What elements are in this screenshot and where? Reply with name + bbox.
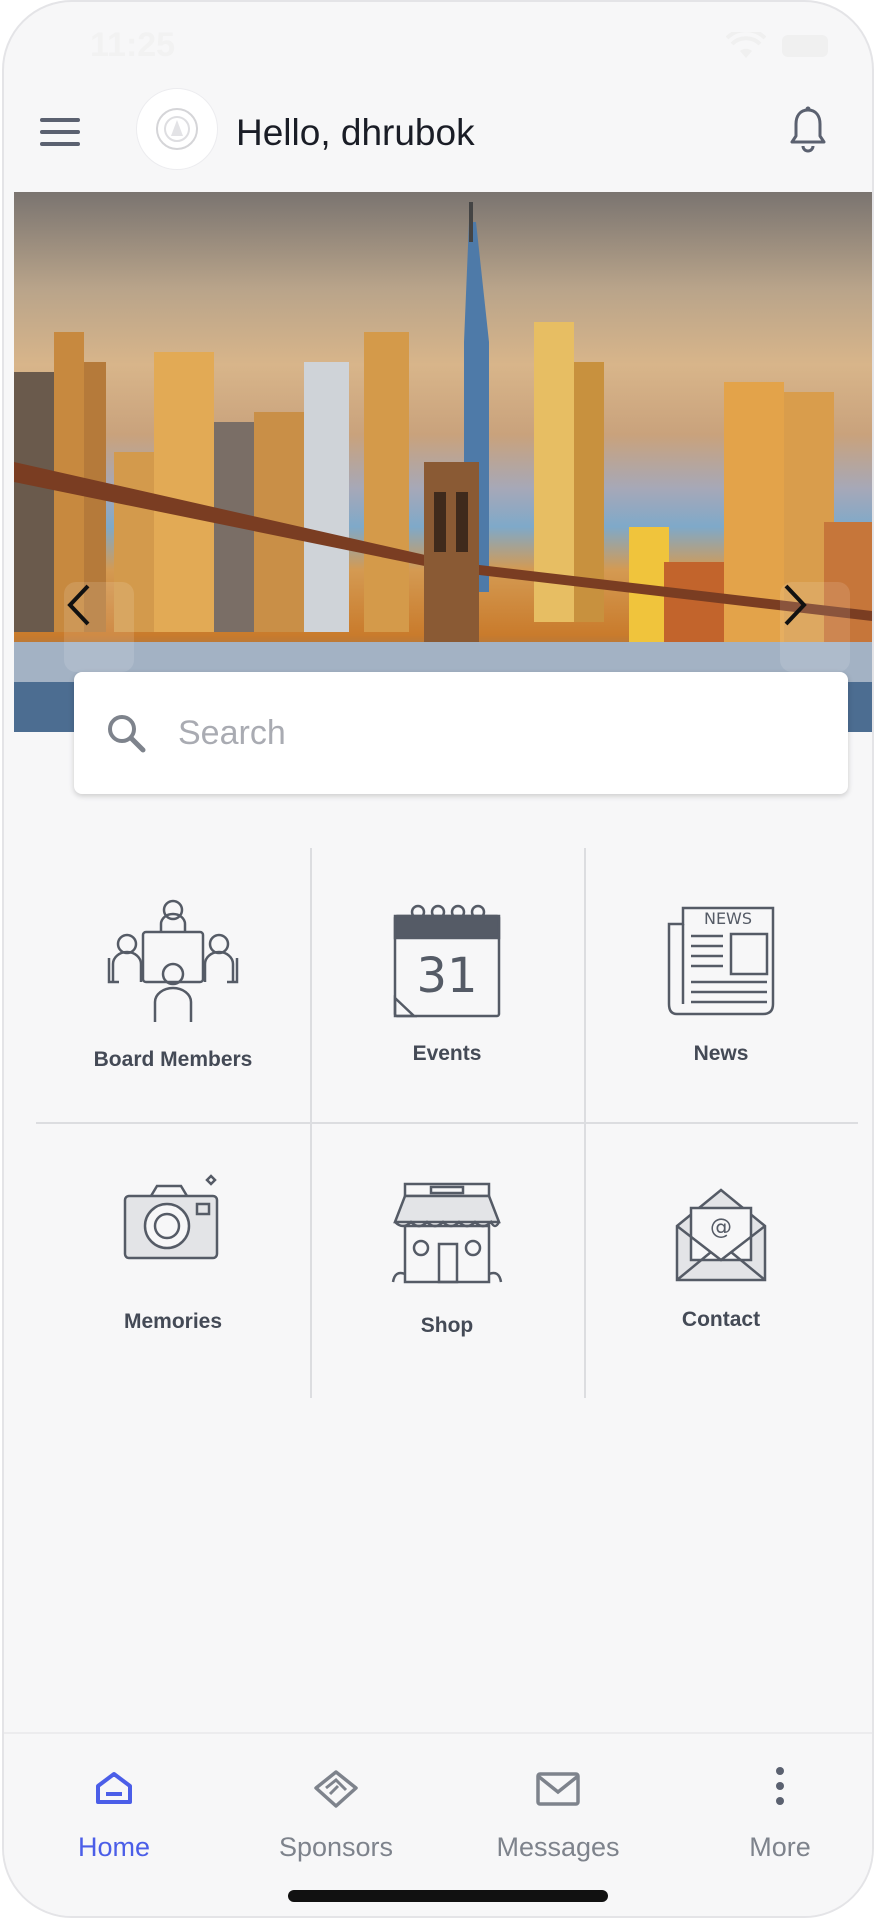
tile-label: News	[693, 1042, 749, 1065]
nav-item-sponsors[interactable]: Sponsors	[246, 1754, 426, 1864]
home-indicator[interactable]	[288, 1890, 608, 1902]
shop-icon	[391, 1182, 503, 1284]
carousel-next-button[interactable]	[780, 582, 850, 672]
tile-label: Memories	[123, 1310, 223, 1333]
nav-item-more[interactable]: More	[690, 1754, 870, 1864]
more-vertical-icon	[776, 1767, 784, 1805]
tile-news[interactable]: NEWS News	[584, 848, 858, 1123]
status-time: 11:25	[90, 26, 176, 64]
nav-label-sponsors: Sponsors	[278, 1832, 394, 1862]
search-input[interactable]	[178, 713, 818, 753]
nav-item-messages[interactable]: Messages	[468, 1754, 648, 1864]
board-members-icon	[107, 899, 239, 1022]
tile-label: Contact	[681, 1308, 761, 1331]
home-icon	[96, 1772, 132, 1804]
handshake-icon	[314, 1770, 358, 1808]
category-grid: Board Members 31 Events NEWS News Memori…	[36, 848, 858, 1398]
news-header-text: NEWS	[704, 909, 752, 928]
tile-shop[interactable]: Shop	[310, 1122, 584, 1397]
city-skyline-image	[14, 202, 872, 732]
chevron-left-icon	[67, 584, 90, 626]
wifi-icon	[726, 32, 766, 58]
search-bar[interactable]	[74, 672, 848, 794]
logo-emblem-icon	[156, 108, 198, 150]
tile-contact[interactable]: @ Contact	[584, 1122, 858, 1397]
nav-label-home: Home	[77, 1832, 151, 1862]
carousel-prev-button[interactable]	[64, 582, 134, 672]
chevron-right-icon	[784, 584, 807, 626]
nav-label-more: More	[749, 1832, 811, 1862]
newspaper-icon: NEWS	[667, 906, 775, 1016]
tile-label: Events	[412, 1042, 482, 1065]
tile-label: Board Members	[93, 1048, 253, 1071]
tile-memories[interactable]: Memories	[36, 1122, 310, 1397]
camera-icon	[123, 1174, 219, 1260]
tile-board-members[interactable]: Board Members	[36, 848, 310, 1123]
tile-events[interactable]: 31 Events	[310, 848, 584, 1123]
app-header: Hello, dhrubok	[4, 82, 872, 192]
nav-label-messages: Messages	[496, 1832, 620, 1862]
mail-icon	[536, 1772, 580, 1806]
avatar[interactable]	[136, 88, 218, 170]
nav-item-home[interactable]: Home	[24, 1754, 204, 1864]
search-icon	[108, 715, 146, 753]
notification-bell-icon[interactable]	[788, 106, 828, 154]
calendar-day-text: 31	[416, 948, 477, 1004]
calendar-icon: 31	[393, 904, 501, 1018]
tile-label: Shop	[420, 1314, 474, 1337]
battery-icon	[782, 35, 828, 57]
banner-carousel[interactable]	[14, 192, 872, 732]
email-at-symbol: @	[710, 1215, 732, 1240]
hamburger-menu-icon[interactable]	[40, 118, 80, 148]
envelope-icon: @	[675, 1188, 767, 1282]
status-bar: 11:25	[4, 2, 872, 92]
greeting-text: Hello, dhrubok	[236, 112, 475, 153]
phone-screen: 11:25 Hello, dhrubok Search Board Member…	[2, 0, 874, 1918]
